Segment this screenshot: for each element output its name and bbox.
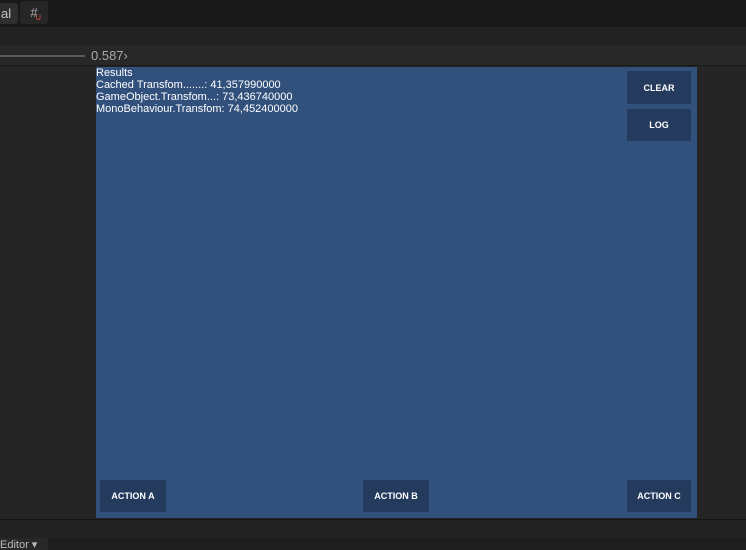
panel-divider	[0, 519, 746, 538]
editor-dropdown[interactable]: Editor ▾	[0, 538, 48, 550]
result-line: GameObject.Transfom...: 73,436740000	[96, 91, 293, 103]
scale-bar: 0.587›	[0, 45, 746, 66]
result-line: MonoBehaviour.Transfom: 74,452400000	[96, 103, 299, 115]
toolbar: al # ∪	[0, 0, 746, 27]
scale-slider[interactable]	[0, 55, 85, 57]
action-c-button[interactable]: ACTION C	[627, 480, 691, 512]
tab-label[interactable]: al	[0, 3, 18, 24]
result-line: Cached Transfom.......: 41,357990000	[96, 79, 281, 91]
scale-value: 0.587›	[91, 48, 128, 63]
tab-bar	[0, 27, 746, 45]
log-button[interactable]: LOG	[627, 109, 691, 141]
action-a-button[interactable]: ACTION A	[100, 480, 166, 512]
game-view: Results Cached Transfom.......: 41,35799…	[96, 67, 697, 518]
results-title: Results	[96, 67, 133, 79]
grid-snap-icon[interactable]: # ∪	[20, 1, 48, 24]
action-b-button[interactable]: ACTION B	[363, 480, 429, 512]
bottom-bar	[0, 538, 746, 550]
clear-button[interactable]: CLEAR	[627, 71, 691, 104]
